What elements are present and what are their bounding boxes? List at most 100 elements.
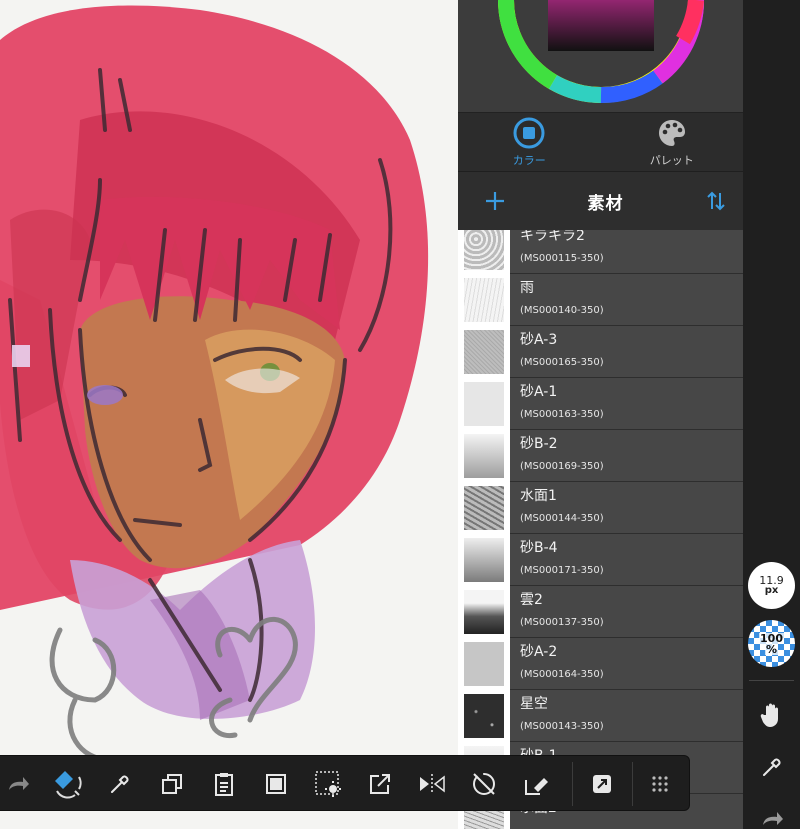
artwork [0,5,429,763]
flip-button[interactable] [414,766,450,802]
material-item[interactable]: 星空 (MS000143-350) [458,690,743,742]
material-text: 砂A-2 (MS000164-350) [510,638,743,690]
material-text: 水面1 (MS000144-350) [510,482,743,534]
brush-size-button[interactable]: 11.9 px [748,562,795,609]
material-item[interactable]: 砂B-2 (MS000169-350) [458,430,743,482]
material-thumbnail [458,586,510,638]
material-id: (MS000137-350) [520,617,604,628]
copy-layer-icon [162,774,182,794]
toolbar-divider [572,762,573,806]
material-item[interactable]: 砂A-1 (MS000163-350) [458,378,743,430]
color-wheel[interactable] [458,0,743,112]
material-name: 水面1 [520,488,557,504]
material-text: 砂B-2 (MS000169-350) [510,430,743,482]
material-id: (MS000140-350) [520,305,604,316]
rotate-reset-button[interactable] [466,766,502,802]
material-item[interactable]: 砂A-3 (MS000165-350) [458,326,743,378]
material-text: 砂A-1 (MS000163-350) [510,378,743,430]
redo-button[interactable] [0,766,36,802]
material-name: 雲2 [520,592,543,608]
right-toolbar: 11.9 px 100 % [743,0,800,829]
material-text: キラキラ2 (MS000115-350) [510,230,743,274]
color-tabs: カラー パレット [458,112,743,172]
plus-icon [486,192,504,210]
material-name: 星空 [520,696,548,712]
opacity-value: 100 [759,631,784,645]
eraser-select-button[interactable] [518,766,554,802]
rotate-reset-icon [473,773,495,795]
redo-button[interactable] [757,804,787,829]
material-thumbnail [458,638,510,690]
material-thumbnail [458,274,510,326]
redo-icon [9,777,29,790]
hand-tool-button[interactable] [757,700,787,730]
material-name: 雨 [520,280,534,296]
material-id: (MS000163-350) [520,409,604,420]
eyedropper-icon [111,775,129,793]
material-text: 星空 (MS000143-350) [510,690,743,742]
material-id: (MS000143-350) [520,721,604,732]
eyedropper-button[interactable] [102,766,138,802]
eyedropper-tool-button[interactable] [757,752,787,782]
eraser-select-icon [525,778,548,795]
add-material-button[interactable] [482,188,508,214]
fill-button[interactable] [258,766,294,802]
material-item[interactable]: 雨 (MS000140-350) [458,274,743,326]
fill-icon [266,774,286,794]
palette-icon [658,119,685,146]
material-id: (MS000144-350) [520,513,604,524]
paste-icon [215,773,233,796]
transform-button[interactable] [50,766,86,802]
grid-menu-icon [652,776,668,792]
materials-list[interactable]: キラキラ2 (MS000115-350) 雨 (MS000140-350) 砂A-3 (M… [458,230,743,829]
sort-button[interactable] [703,188,729,214]
select-settings-button[interactable] [310,766,346,802]
material-id: (MS000165-350) [520,357,604,368]
select-settings-icon [315,771,341,797]
paste-button[interactable] [206,766,242,802]
material-item[interactable]: 砂B-4 (MS000171-350) [458,534,743,586]
edit-icon [593,775,611,793]
edit-button[interactable] [584,766,620,802]
material-name: 砂A-1 [520,384,558,400]
app: カラー パレット 素材 キラキラ2 (MS000115-350) 雨 (MS00… [0,0,800,829]
material-item[interactable]: 雲2 (MS000137-350) [458,586,743,638]
material-name: 砂A-2 [520,644,558,660]
material-id: (MS000171-350) [520,565,604,576]
material-item[interactable]: 水面1 (MS000144-350) [458,482,743,534]
color-wheel-area[interactable] [458,0,743,112]
color-square[interactable] [548,0,654,51]
material-name: 砂B-4 [520,540,558,556]
tab-palette-label: パレット [649,153,694,167]
toolbar-divider [632,762,633,806]
material-name: 砂B-2 [520,436,558,452]
material-item[interactable]: キラキラ2 (MS000115-350) [458,230,743,274]
material-thumbnail [458,230,510,274]
material-thumbnail [458,534,510,586]
tab-color-label: カラー [512,153,546,167]
material-text: 砂A-3 (MS000165-350) [510,326,743,378]
material-id: (MS000169-350) [520,461,604,472]
grid-menu-button[interactable] [642,766,678,802]
copy-layer-button[interactable] [154,766,190,802]
transform-icon [55,771,82,799]
material-text: 雨 (MS000140-350) [510,274,743,326]
material-thumbnail [458,326,510,378]
drawing-canvas[interactable] [0,0,458,829]
materials-title: 素材 [587,193,624,214]
opacity-unit: % [764,642,779,656]
export-icon [370,774,390,794]
eyedropper-icon [763,758,781,776]
material-id: (MS000164-350) [520,669,604,680]
sort-icon [707,191,725,211]
export-button[interactable] [362,766,398,802]
hand-icon [760,703,778,727]
material-item[interactable]: 砂A-2 (MS000164-350) [458,638,743,690]
tab-color[interactable]: カラー [458,113,601,171]
material-thumbnail [458,378,510,430]
opacity-button[interactable]: 100 % [748,620,795,667]
material-id: (MS000115-350) [520,253,604,264]
tab-palette[interactable]: パレット [601,113,744,171]
color-icon [513,117,545,148]
material-text: 砂B-4 (MS000171-350) [510,534,743,586]
